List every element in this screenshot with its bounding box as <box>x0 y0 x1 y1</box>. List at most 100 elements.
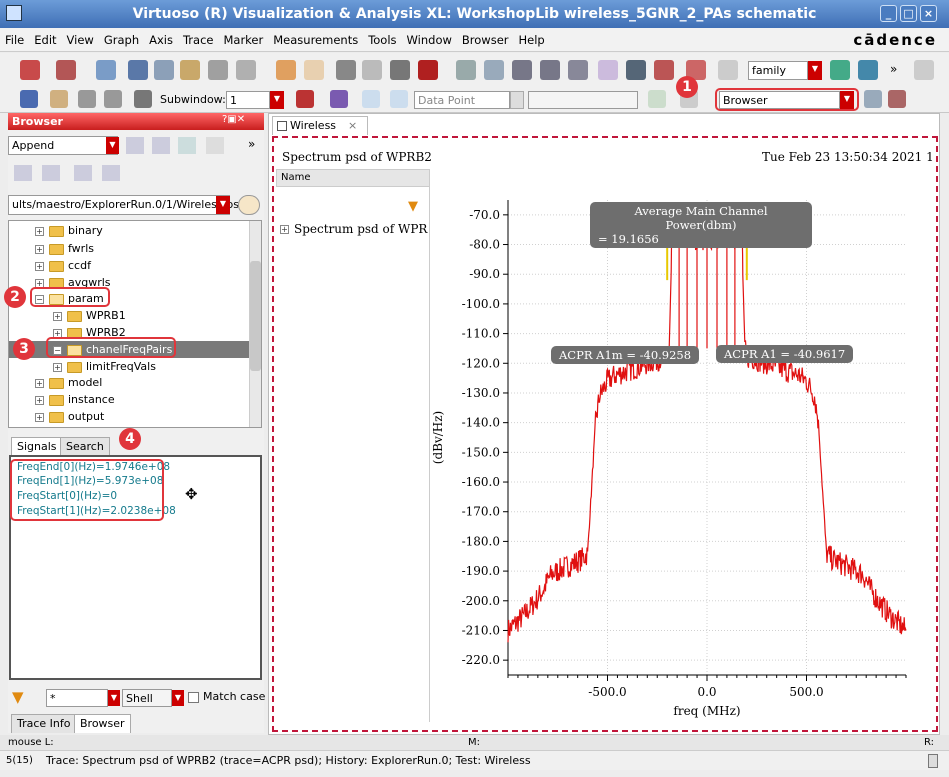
zoom-x-icon[interactable] <box>568 60 588 80</box>
zoom-out-icon[interactable] <box>540 60 560 80</box>
close-tab-icon[interactable]: × <box>348 119 357 132</box>
menu-graph[interactable]: Graph <box>99 28 144 52</box>
menu-axis[interactable]: Axis <box>144 28 178 52</box>
copy-icon[interactable] <box>362 60 382 80</box>
overflow-icon[interactable]: » <box>248 137 255 151</box>
menu-help[interactable]: Help <box>514 28 550 52</box>
browser-combo[interactable]: Browser <box>719 91 840 109</box>
table-icon[interactable] <box>102 165 120 181</box>
tree-item-output[interactable]: + output <box>35 408 104 425</box>
paste-icon[interactable] <box>390 60 410 80</box>
menu-file[interactable]: File <box>0 28 29 52</box>
tab-wireless[interactable]: Wireless × <box>272 116 368 135</box>
panel-controls-icon[interactable]: ?▣✕ <box>222 114 262 129</box>
tree-scrollbar-thumb[interactable] <box>250 261 261 371</box>
settings-icon[interactable] <box>50 90 68 108</box>
data-point-value[interactable] <box>528 91 638 109</box>
close-icon[interactable]: × <box>920 5 937 22</box>
zoom-prev-icon[interactable] <box>484 60 504 80</box>
back-icon[interactable] <box>362 90 380 108</box>
subwindow-select[interactable]: 1 <box>226 91 270 109</box>
replace-icon[interactable] <box>178 137 196 154</box>
menu-measurements[interactable]: Measurements <box>268 28 363 52</box>
family-combo[interactable]: family <box>748 61 808 80</box>
undo-icon[interactable] <box>276 60 296 80</box>
subwindow-grid-icon[interactable] <box>134 90 152 108</box>
tab-search[interactable]: Search <box>60 437 110 456</box>
new-subwindow-icon[interactable] <box>56 60 76 80</box>
psf-path-field[interactable]: ults/maestro/ExplorerRun.0/1/Wireless/ps… <box>8 195 243 215</box>
psd-trace[interactable] <box>507 222 907 643</box>
chevron-down-icon[interactable]: ▼ <box>808 61 822 80</box>
print-icon[interactable] <box>154 60 174 80</box>
chevron-down-icon[interactable]: ▼ <box>108 690 120 706</box>
zoom-in-icon[interactable] <box>512 60 532 80</box>
filter-input[interactable]: * <box>46 689 108 707</box>
strip-icon[interactable] <box>78 90 96 108</box>
bar-icon[interactable] <box>648 90 666 108</box>
record-icon[interactable] <box>296 90 314 108</box>
new-window-icon[interactable] <box>20 60 40 80</box>
overlay-icon[interactable] <box>152 137 170 154</box>
pan-icon[interactable] <box>598 60 618 80</box>
layout2-icon[interactable] <box>858 60 878 80</box>
expand-icon[interactable]: + <box>35 412 44 422</box>
cut-icon[interactable] <box>336 60 356 80</box>
browse-folder-icon[interactable] <box>238 195 260 215</box>
expand-icon[interactable]: + <box>53 311 62 321</box>
data-point-combo[interactable]: Data Point <box>414 91 510 109</box>
image-icon[interactable] <box>180 60 200 80</box>
grid-icon[interactable] <box>914 60 934 80</box>
menu-marker[interactable]: Marker <box>218 28 268 52</box>
overflow-icon[interactable]: » <box>890 62 897 76</box>
save-icon[interactable] <box>128 60 148 80</box>
match-case-checkbox[interactable] <box>188 692 199 703</box>
tree-item-wprb1[interactable]: + WPRB1 <box>53 307 126 324</box>
chevron-down-icon[interactable]: ▼ <box>172 690 184 706</box>
menu-trace[interactable]: Trace <box>178 28 219 52</box>
search-icon[interactable] <box>718 60 738 80</box>
chevron-down-icon[interactable] <box>510 91 524 109</box>
zoom-fit-icon[interactable] <box>456 60 476 80</box>
tree-item-binary[interactable]: + binary <box>35 222 103 239</box>
tree-item-ccdf[interactable]: + ccdf <box>35 257 91 274</box>
window-icon[interactable] <box>864 90 882 108</box>
expand-icon[interactable]: + <box>35 395 44 405</box>
menu-tools[interactable]: Tools <box>363 28 401 52</box>
menu-view[interactable]: View <box>62 28 99 52</box>
delete-icon[interactable] <box>418 60 438 80</box>
legend-trace[interactable]: + Spectrum psd of WPRB2 <box>280 222 428 236</box>
shell-select[interactable]: Shell <box>122 689 172 707</box>
append-combo[interactable]: Append <box>8 136 118 155</box>
menu-edit[interactable]: Edit <box>29 28 61 52</box>
legend-filter-icon[interactable]: ▼ <box>408 199 418 214</box>
expand-icon[interactable]: + <box>35 244 44 254</box>
spectrum-chart[interactable]: -70.0 -80.0 -90.0 -100.0 -110.0 -120.0 -130.0 -… <box>430 170 936 730</box>
tab-signals[interactable]: Signals <box>11 437 63 456</box>
chevron-down-icon[interactable]: ▼ <box>106 137 119 154</box>
layout-icon[interactable] <box>830 60 850 80</box>
calculator-icon[interactable] <box>206 137 224 154</box>
filter-icon[interactable] <box>14 165 32 181</box>
wand-icon[interactable] <box>20 90 38 108</box>
status-scroll-icon[interactable] <box>928 754 938 768</box>
tab-trace-info[interactable]: Trace Info <box>11 714 77 733</box>
expand-icon[interactable]: + <box>35 261 44 271</box>
tree-item-limitfreqvals[interactable]: + limitFreqVals <box>53 358 156 375</box>
redo-icon[interactable] <box>304 60 324 80</box>
minimize-icon[interactable]: _ <box>880 5 897 22</box>
expand-icon[interactable]: + <box>35 226 44 236</box>
chevron-down-icon[interactable]: ▼ <box>216 196 230 214</box>
zoom-box-icon[interactable] <box>626 60 646 80</box>
clear-icon[interactable] <box>888 90 906 108</box>
edit-icon[interactable] <box>236 60 256 80</box>
plot-icon[interactable] <box>126 137 144 154</box>
menu-window[interactable]: Window <box>402 28 457 52</box>
graph-icon[interactable] <box>208 60 228 80</box>
info-icon[interactable] <box>330 90 348 108</box>
expand-icon[interactable]: + <box>53 362 62 372</box>
list-icon[interactable] <box>74 165 92 181</box>
chevron-down-icon[interactable]: ▼ <box>840 91 854 109</box>
tab-browser[interactable]: Browser <box>74 714 131 733</box>
tree-item-model[interactable]: + model <box>35 374 102 391</box>
